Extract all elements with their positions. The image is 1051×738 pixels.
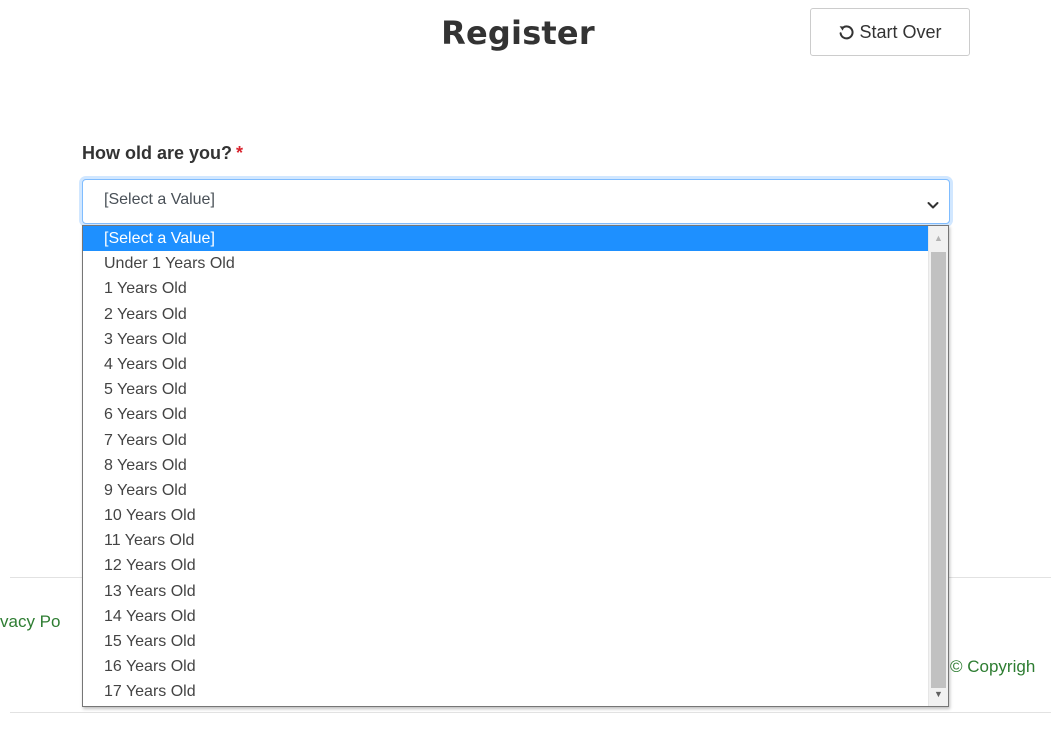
start-over-button[interactable]: Start Over	[810, 8, 970, 56]
age-option[interactable]: 17 Years Old	[83, 679, 928, 704]
age-option[interactable]: 2 Years Old	[83, 302, 928, 327]
age-select-value: [Select a Value]	[104, 191, 215, 208]
copyright-link[interactable]: © Copyrigh	[950, 657, 1051, 677]
dropdown-scrollbar[interactable]: ▲ ▼	[928, 226, 948, 706]
required-marker: *	[236, 143, 244, 163]
age-option[interactable]: 8 Years Old	[83, 453, 928, 478]
age-option[interactable]: 1 Years Old	[83, 276, 928, 301]
age-option[interactable]: [Select a Value]	[83, 226, 928, 252]
copyright-link-text: © Copyrigh	[950, 657, 1036, 676]
age-label-text: How old are you?	[82, 143, 233, 163]
age-option[interactable]: 3 Years Old	[83, 327, 928, 352]
age-option[interactable]: 15 Years Old	[83, 629, 928, 654]
age-option[interactable]: 14 Years Old	[83, 604, 928, 629]
age-option[interactable]: 13 Years Old	[83, 579, 928, 604]
privacy-policy-link[interactable]: vacy Po	[0, 612, 82, 632]
undo-icon	[838, 24, 854, 40]
age-option[interactable]: 16 Years Old	[83, 654, 928, 679]
age-select[interactable]: [Select a Value]	[82, 179, 950, 224]
scroll-down-icon[interactable]: ▼	[929, 682, 948, 706]
age-option[interactable]: 5 Years Old	[83, 377, 928, 402]
privacy-policy-link-text: vacy Po	[0, 612, 61, 631]
footer-divider-bottom	[10, 712, 1051, 713]
age-option[interactable]: 7 Years Old	[83, 428, 928, 453]
age-option[interactable]: 12 Years Old	[83, 553, 928, 578]
age-option-list: [Select a Value] Under 1 Years Old 1 Years…	[83, 226, 928, 706]
age-field-label: How old are you? *	[82, 143, 243, 164]
age-option[interactable]: 10 Years Old	[83, 503, 928, 528]
age-option[interactable]: 6 Years Old	[83, 402, 928, 427]
age-option[interactable]: 18 Years Old	[83, 705, 928, 706]
start-over-label: Start Over	[859, 21, 942, 42]
age-option[interactable]: 4 Years Old	[83, 352, 928, 377]
scroll-up-icon[interactable]: ▲	[929, 226, 948, 250]
scroll-thumb[interactable]	[931, 252, 946, 688]
chevron-down-icon	[927, 197, 939, 215]
age-option[interactable]: 9 Years Old	[83, 478, 928, 503]
age-option[interactable]: Under 1 Years Old	[83, 251, 928, 276]
age-option[interactable]: 11 Years Old	[83, 528, 928, 553]
age-dropdown-list[interactable]: [Select a Value] Under 1 Years Old 1 Years…	[82, 225, 949, 707]
